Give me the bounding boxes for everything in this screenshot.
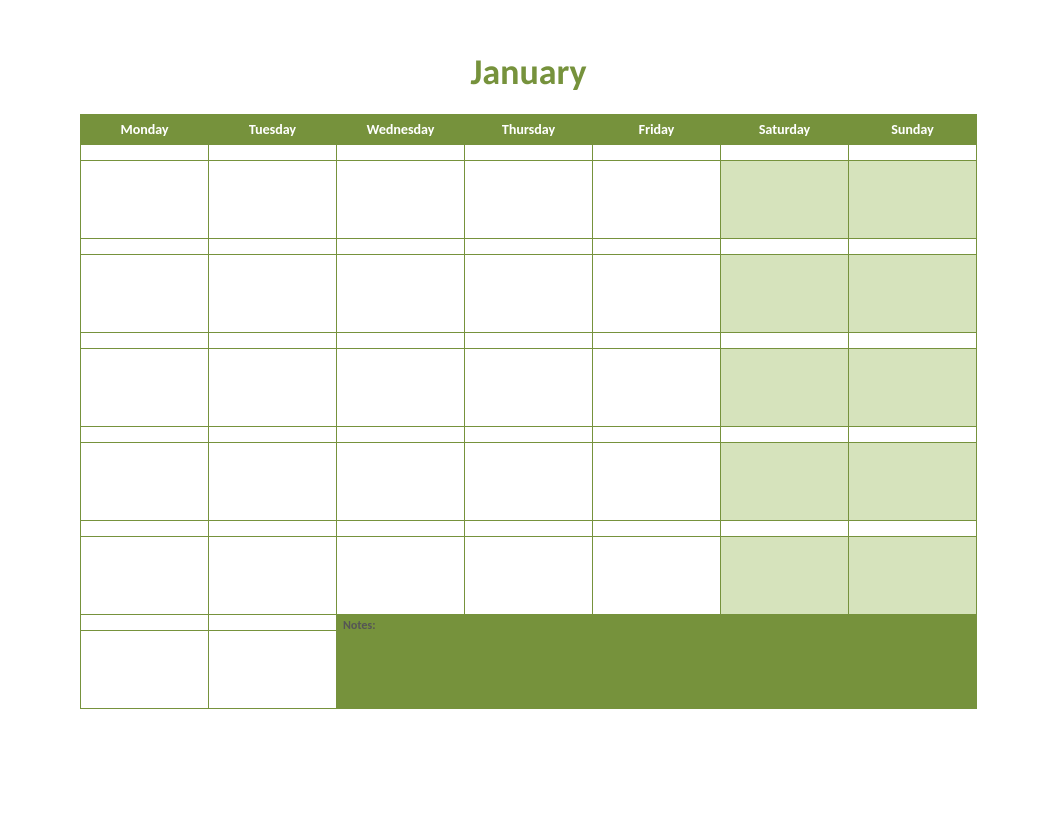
week-4-number-row <box>81 427 977 443</box>
week-5-content-row <box>81 537 977 615</box>
day-cell <box>465 255 593 333</box>
calendar-header-row: Monday Tuesday Wednesday Thursday Friday… <box>81 115 977 145</box>
week-1-content-row <box>81 161 977 239</box>
week-3-number-row <box>81 333 977 349</box>
week-6-number-row: Notes: <box>81 615 977 631</box>
day-number-cell <box>209 615 337 631</box>
day-number-cell <box>209 427 337 443</box>
day-number-cell <box>209 239 337 255</box>
day-number-cell <box>593 145 721 161</box>
day-cell <box>593 537 721 615</box>
day-header-saturday: Saturday <box>721 115 849 145</box>
day-cell <box>81 443 209 521</box>
day-number-cell <box>593 521 721 537</box>
day-number-cell <box>465 427 593 443</box>
day-cell <box>209 349 337 427</box>
day-cell <box>337 537 465 615</box>
day-number-cell <box>465 333 593 349</box>
day-header-thursday: Thursday <box>465 115 593 145</box>
day-number-cell <box>721 427 849 443</box>
day-cell <box>465 349 593 427</box>
day-header-sunday: Sunday <box>849 115 977 145</box>
day-number-cell <box>337 521 465 537</box>
day-cell <box>593 161 721 239</box>
day-cell <box>81 161 209 239</box>
day-number-cell <box>465 521 593 537</box>
day-number-cell <box>849 427 977 443</box>
day-number-cell <box>81 427 209 443</box>
day-header-friday: Friday <box>593 115 721 145</box>
week-2-content-row <box>81 255 977 333</box>
day-header-tuesday: Tuesday <box>209 115 337 145</box>
day-cell <box>337 349 465 427</box>
day-cell <box>209 443 337 521</box>
day-cell <box>465 161 593 239</box>
day-number-cell <box>337 333 465 349</box>
day-cell <box>593 443 721 521</box>
week-2-number-row <box>81 239 977 255</box>
day-cell-weekend <box>721 255 849 333</box>
notes-block: Notes: <box>337 615 977 709</box>
week-3-content-row <box>81 349 977 427</box>
day-cell <box>593 255 721 333</box>
day-cell-weekend <box>721 443 849 521</box>
day-number-cell <box>209 145 337 161</box>
day-cell <box>81 631 209 709</box>
day-number-cell <box>849 521 977 537</box>
day-cell <box>337 255 465 333</box>
day-cell <box>81 255 209 333</box>
day-cell <box>209 537 337 615</box>
day-header-monday: Monday <box>81 115 209 145</box>
calendar-table: Monday Tuesday Wednesday Thursday Friday… <box>80 114 977 709</box>
notes-label: Notes: <box>343 619 376 633</box>
day-cell-weekend <box>721 537 849 615</box>
day-cell-weekend <box>849 349 977 427</box>
day-cell <box>209 161 337 239</box>
day-number-cell <box>721 333 849 349</box>
day-number-cell <box>337 427 465 443</box>
day-number-cell <box>81 145 209 161</box>
day-number-cell <box>465 239 593 255</box>
day-cell <box>81 537 209 615</box>
day-number-cell <box>721 239 849 255</box>
day-number-cell <box>593 427 721 443</box>
day-number-cell <box>849 333 977 349</box>
day-cell <box>81 349 209 427</box>
day-cell <box>593 349 721 427</box>
week-5-number-row <box>81 521 977 537</box>
day-cell-weekend <box>849 161 977 239</box>
day-cell <box>465 537 593 615</box>
day-number-cell <box>209 521 337 537</box>
day-number-cell <box>721 145 849 161</box>
day-number-cell <box>593 333 721 349</box>
day-number-cell <box>849 239 977 255</box>
day-cell <box>337 161 465 239</box>
day-cell <box>465 443 593 521</box>
day-number-cell <box>81 615 209 631</box>
day-cell <box>209 631 337 709</box>
day-cell-weekend <box>721 349 849 427</box>
day-number-cell <box>81 521 209 537</box>
day-cell-weekend <box>849 537 977 615</box>
day-cell <box>209 255 337 333</box>
calendar-title: January <box>80 50 977 94</box>
day-cell-weekend <box>849 443 977 521</box>
week-4-content-row <box>81 443 977 521</box>
week-1-number-row <box>81 145 977 161</box>
day-number-cell <box>81 333 209 349</box>
day-cell-weekend <box>849 255 977 333</box>
day-header-wednesday: Wednesday <box>337 115 465 145</box>
day-number-cell <box>593 239 721 255</box>
day-number-cell <box>465 145 593 161</box>
day-number-cell <box>337 239 465 255</box>
day-cell-weekend <box>721 161 849 239</box>
day-number-cell <box>209 333 337 349</box>
day-number-cell <box>337 145 465 161</box>
day-cell <box>337 443 465 521</box>
day-number-cell <box>721 521 849 537</box>
day-number-cell <box>81 239 209 255</box>
day-number-cell <box>849 145 977 161</box>
